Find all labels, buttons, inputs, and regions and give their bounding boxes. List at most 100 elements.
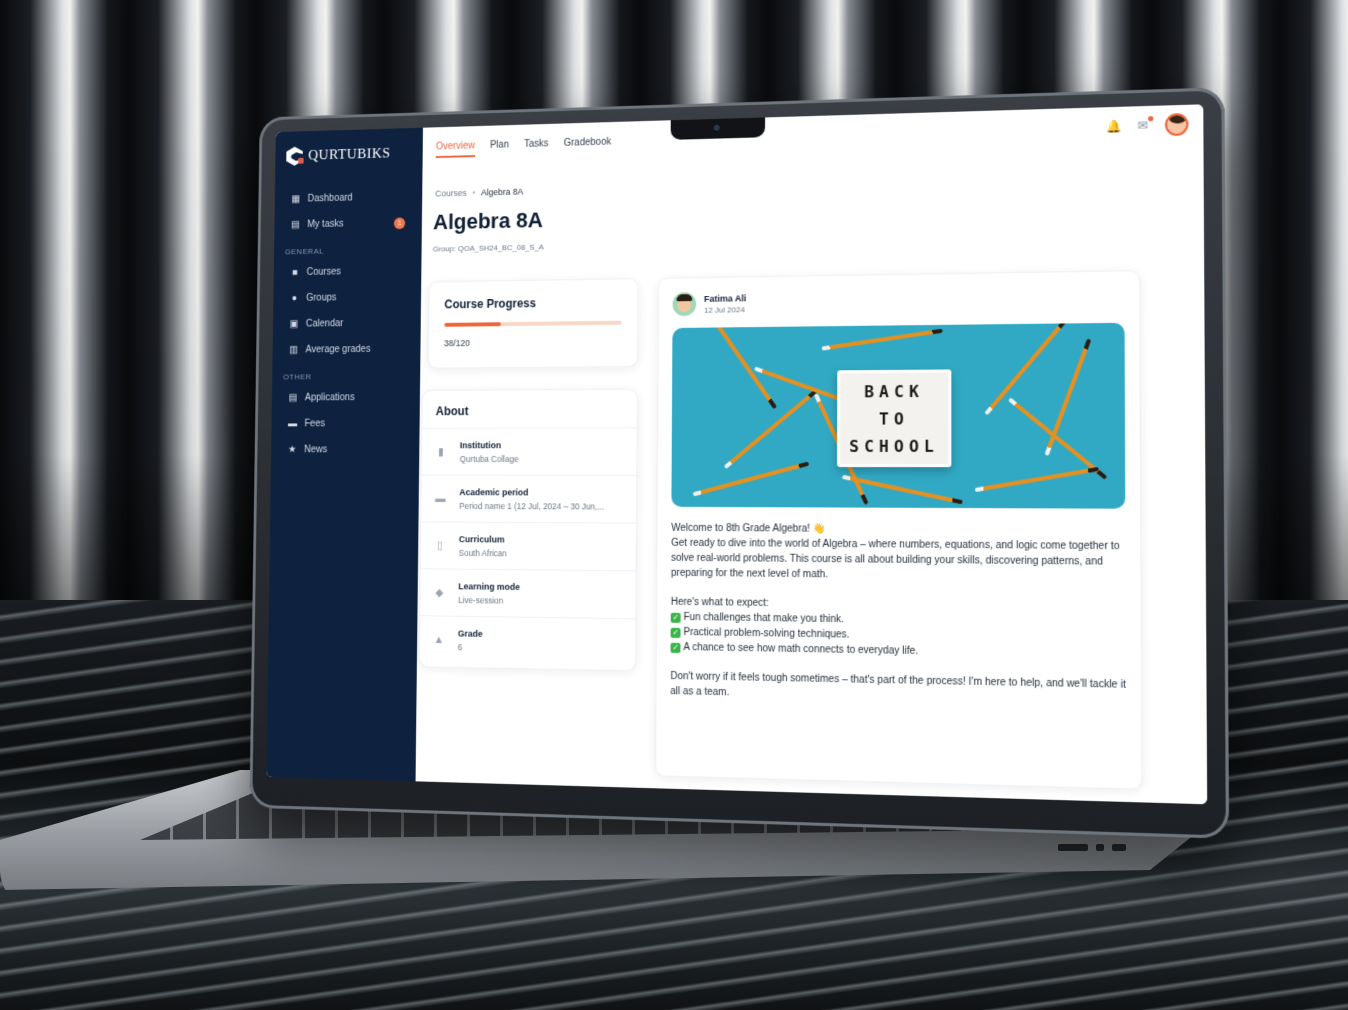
sidebar-item-label: Dashboard — [307, 192, 353, 205]
sidebar-item-label: My tasks — [307, 218, 344, 231]
progress-bar — [444, 320, 622, 327]
mail-icon[interactable]: ✉ — [1135, 116, 1154, 133]
camera-icon — [713, 124, 720, 131]
back-to-school-image: BACK TO SCHOOL — [671, 322, 1126, 509]
building-icon: ▮ — [438, 445, 444, 458]
sidebar-item-label: Groups — [306, 292, 337, 304]
author-name: Fatima Ali — [704, 292, 747, 304]
about-label: Institution — [459, 439, 502, 450]
pencil-graphic — [821, 328, 943, 351]
author-avatar[interactable] — [672, 292, 697, 317]
checkmark-icon: ✓ — [670, 612, 681, 623]
course-tabs: Overview Plan Tasks Gradebook — [423, 104, 1204, 166]
tasks-count-badge: 1 — [393, 217, 406, 230]
pencil-graphic — [692, 461, 810, 497]
course-progress-title: Course Progress — [444, 296, 537, 312]
user-icon: ● — [291, 292, 298, 304]
main-content: Overview Plan Tasks Gradebook 🔔 ✉ Course… — [415, 104, 1208, 805]
layers-icon: ◆ — [435, 586, 444, 599]
post-date: 12 Jul 2024 — [703, 304, 745, 315]
folder-icon: ■ — [291, 266, 298, 278]
pencil-graphic — [1044, 338, 1092, 456]
page-title: Algebra 8A — [432, 207, 544, 235]
sidebar-item-my-tasks[interactable]: ▤ My tasks 1 — [285, 210, 411, 239]
grades-icon: ▥ — [289, 344, 299, 355]
sidebar-item-label: Courses — [306, 266, 341, 278]
about-row-academic-period: ▬ Academic period Period name 1 (12 Jul, … — [421, 474, 637, 523]
about-title: About — [435, 404, 469, 419]
checkmark-icon: ✓ — [670, 642, 681, 654]
about-label: Grade — [457, 628, 483, 639]
sidebar-item-label: Average grades — [305, 344, 371, 356]
post-author: Fatima Ali 12 Jul 2024 — [672, 286, 1125, 317]
unread-dot — [1148, 116, 1154, 122]
tasks-icon: ▤ — [291, 219, 300, 230]
tab-overview[interactable]: Overview — [436, 129, 475, 164]
pencil-graphic — [705, 322, 777, 410]
laptop-ports — [1058, 838, 1138, 854]
post-body: Welcome to 8th Grade Algebra! 👋 Get read… — [670, 521, 1126, 709]
about-label: Academic period — [459, 486, 529, 497]
bullet-text: Practical problem-solving techniques. — [683, 626, 850, 641]
about-value: South African — [458, 547, 507, 558]
sign-line: SCHOOL — [849, 436, 939, 456]
about-value: Qurtuba Collage — [459, 453, 519, 464]
breadcrumb-separator: • — [472, 187, 476, 198]
breadcrumb-current: Algebra 8A — [480, 186, 524, 198]
sidebar-item-label: Calendar — [305, 318, 344, 330]
progress-bar-fill — [444, 322, 501, 327]
sign-line: BACK — [864, 381, 924, 401]
about-row-curriculum: ▯ Curriculum South African — [420, 521, 637, 571]
breadcrumb-courses[interactable]: Courses — [435, 188, 467, 198]
dashboard-icon: ▦ — [291, 193, 301, 205]
about-row-grade: ▲ Grade 6 — [419, 615, 636, 667]
about-value: Live-session — [458, 594, 504, 606]
tab-tasks[interactable]: Tasks — [524, 126, 549, 161]
tab-plan[interactable]: Plan — [490, 128, 509, 162]
sidebar-item-calendar[interactable]: ▣ Calendar — [284, 310, 410, 337]
document-icon: ▤ — [288, 392, 298, 403]
pencil-graphic — [984, 322, 1068, 416]
tab-gradebook[interactable]: Gradebook — [564, 124, 612, 159]
graduation-cap-icon: ▲ — [433, 633, 445, 646]
user-avatar[interactable] — [1164, 112, 1189, 137]
bullet-text: Fun challenges that make you think. — [683, 611, 844, 626]
about-label: Curriculum — [458, 533, 505, 544]
app-window: QURTUBIKS ▦ Dashboard ▤ My tasks 1 GENER… — [266, 104, 1208, 805]
logo-icon — [286, 146, 303, 165]
sidebar-item-news[interactable]: ★ News — [282, 437, 408, 463]
group-code: Group: QOA_SH24_BC_08_S_A — [432, 242, 544, 254]
sidebar-item-applications[interactable]: ▤ Applications — [283, 384, 409, 411]
sidebar-item-courses[interactable]: ■ Courses — [284, 258, 410, 286]
camera-notch — [670, 117, 766, 140]
card-icon: ▬ — [287, 418, 298, 429]
sidebar-item-label: Applications — [304, 392, 355, 404]
checkmark-icon: ✓ — [670, 627, 681, 638]
course-progress-card: Course Progress 38/120 — [427, 278, 639, 369]
pencil-graphic — [974, 466, 1100, 493]
laptop-lid: QURTUBIKS ▦ Dashboard ▤ My tasks 1 GENER… — [249, 87, 1230, 839]
sidebar-item-groups[interactable]: ● Groups — [284, 284, 410, 312]
laptop-screen: QURTUBIKS ▦ Dashboard ▤ My tasks 1 GENER… — [266, 104, 1208, 805]
lightbox-sign: BACK TO SCHOOL — [837, 369, 952, 468]
sign-line: TO — [879, 408, 909, 429]
about-value: Period name 1 (12 Jul, 2024 – 30 Jun,... — [459, 500, 605, 512]
sidebar-item-dashboard[interactable]: ▦ Dashboard — [286, 184, 412, 213]
bell-icon[interactable]: 🔔 — [1106, 119, 1122, 134]
sidebar-section-general: GENERAL — [284, 246, 324, 257]
about-value: 6 — [457, 641, 463, 652]
post-intro: Get ready to dive into the world of Alge… — [670, 537, 1120, 581]
sidebar-item-label: Fees — [304, 418, 326, 430]
about-label: Learning mode — [458, 580, 520, 592]
sidebar-item-label: News — [304, 444, 328, 456]
breadcrumb: Courses • Algebra 8A — [435, 187, 523, 199]
app-logo[interactable]: QURTUBIKS — [286, 143, 411, 166]
calendar-icon: ▬ — [435, 492, 446, 505]
about-row-institution: ▮ Institution Qurtuba Collage — [421, 427, 637, 475]
book-icon: ▯ — [436, 539, 443, 552]
sidebar-item-average-grades[interactable]: ▥ Average grades — [283, 336, 409, 363]
sidebar-item-fees[interactable]: ▬ Fees — [282, 410, 408, 436]
bullet-text: A chance to see how math connects to eve… — [683, 642, 919, 658]
progress-count: 38/120 — [443, 338, 470, 349]
calendar-icon: ▣ — [289, 318, 299, 330]
